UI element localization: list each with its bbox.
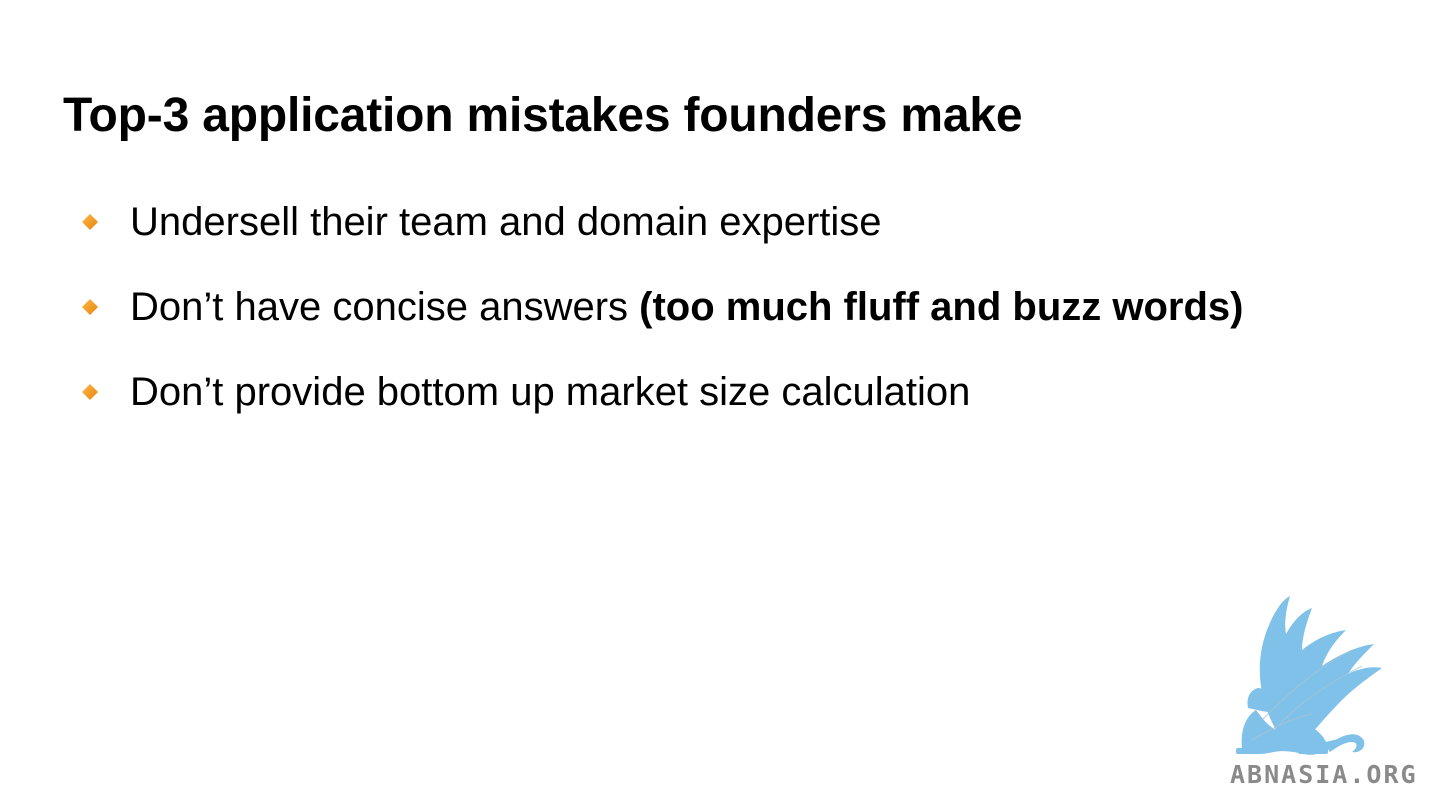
- bullet-text: Don’t have concise answers (too much flu…: [130, 285, 1244, 330]
- bullet-item: Don’t have concise answers (too much flu…: [78, 278, 1244, 336]
- slide: Top-3 application mistakes founders make…: [0, 0, 1440, 810]
- bullet-item: Undersell their team and domain expertis…: [78, 193, 1244, 251]
- bullet-item: Don’t provide bottom up market size calc…: [78, 363, 1244, 421]
- bullet-text-bold: (too much fluff and buzz words): [639, 284, 1244, 329]
- bullet-text: Don’t provide bottom up market size calc…: [130, 369, 971, 414]
- bullet-text-regular: Don’t have concise answers: [130, 284, 640, 329]
- slide-title: Top-3 application mistakes founders make: [63, 89, 1023, 142]
- diamond-bullet-icon: [78, 380, 102, 404]
- bullet-list: Undersell their team and domain expertis…: [78, 193, 1244, 448]
- diamond-bullet-icon: [78, 210, 102, 234]
- diamond-bullet-icon: [78, 295, 102, 319]
- watermark-text: ABNASIA.ORG: [1230, 760, 1418, 789]
- bullet-text: Undersell their team and domain expertis…: [130, 199, 882, 244]
